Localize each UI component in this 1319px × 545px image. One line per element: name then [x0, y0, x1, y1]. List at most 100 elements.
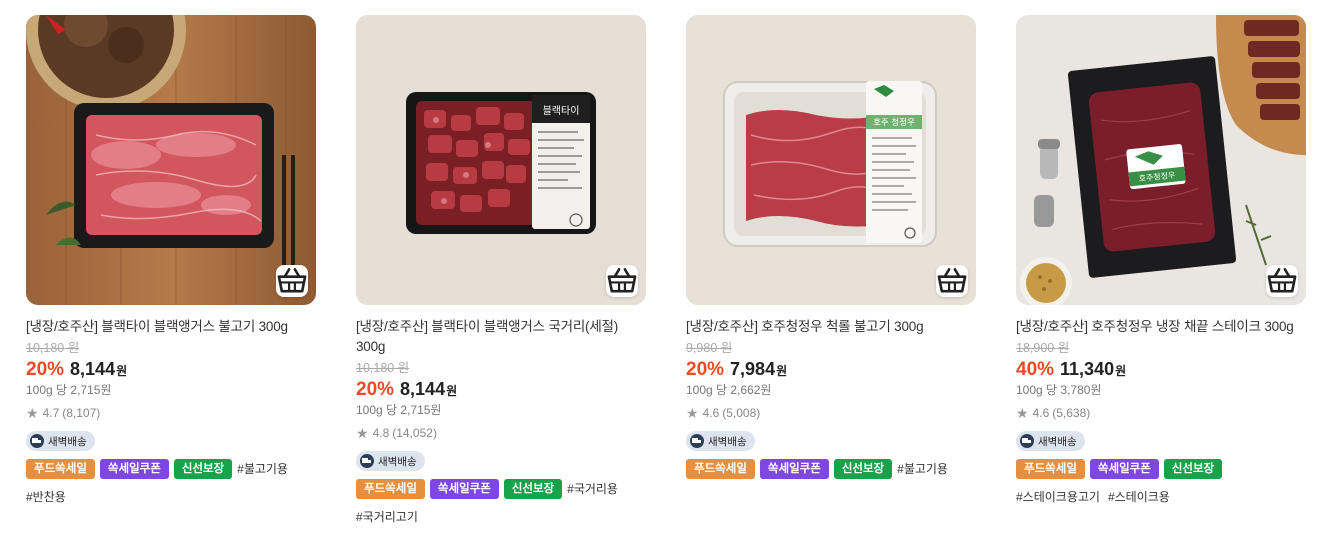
star-icon: ★	[1016, 405, 1029, 421]
delivery-label: 새벽배송	[1038, 435, 1077, 448]
badge-food-sale: 푸드쏙세일	[356, 479, 425, 499]
badge-coupon: 쏙세일쿠폰	[99, 459, 169, 479]
rating-score: 4.6	[1032, 406, 1050, 420]
sale-price: 8,144	[70, 359, 116, 379]
delivery-label: 새벽배송	[48, 435, 87, 448]
discount-rate: 20%	[26, 359, 65, 380]
review-count: (14,052)	[392, 426, 437, 440]
original-price: 9,980 원	[686, 341, 733, 355]
product-image-bulgogi	[26, 15, 316, 305]
truck-icon	[1020, 434, 1034, 448]
currency: 원	[1115, 364, 1127, 378]
rating: ★ 4.8 (14,052)	[356, 425, 646, 441]
product-image[interactable]: 호주청정우	[1016, 15, 1306, 305]
tag-list: 푸드쏙세일 쏙세일쿠폰 신선보장 #불고기용 #반찬용	[26, 459, 316, 507]
sale-price: 11,340	[1060, 359, 1115, 379]
tag-list: 푸드쏙세일 쏙세일쿠폰 신선보장 #불고기용	[686, 459, 976, 479]
currency: 원	[116, 364, 128, 378]
product-card[interactable]: 호주청정우 [냉장/호주산] 호주청정우 냉장 채끝 스테이크 300g 18,…	[1016, 15, 1306, 507]
rating: ★ 4.6 (5,008)	[686, 405, 976, 421]
cart-icon	[1267, 268, 1297, 293]
hashtag[interactable]: #스테이크용고기	[1016, 487, 1100, 507]
badge-food-sale: 푸드쏙세일	[26, 459, 95, 479]
product-image-chuck-roll: 호주 청정우	[686, 15, 976, 305]
badge-coupon: 쏙세일쿠폰	[1089, 459, 1159, 479]
delivery-label: 새벽배송	[378, 455, 417, 468]
add-to-cart-button[interactable]	[276, 265, 308, 297]
product-image[interactable]: 블랙타이	[356, 15, 646, 305]
rating: ★ 4.7 (8,107)	[26, 405, 316, 421]
review-count: (5,638)	[1052, 406, 1091, 420]
delivery-badge: 새벽배송	[356, 451, 425, 471]
price-row: 20% 8,144 원	[356, 377, 646, 403]
product-card[interactable]: [냉장/호주산] 블랙타이 블랙앵거스 불고기 300g 10,180 원 20…	[26, 15, 316, 507]
hashtag[interactable]: #반찬용	[26, 487, 66, 507]
unit-price: 100g 당 2,715원	[26, 383, 112, 397]
unit-price: 100g 당 2,715원	[356, 403, 442, 417]
rating: ★ 4.6 (5,638)	[1016, 405, 1306, 421]
badge-fresh: 신선보장	[1163, 459, 1223, 479]
price-row: 20% 7,984 원	[686, 357, 976, 383]
tag-list: 푸드쏙세일 쏙세일쿠폰 신선보장 #스테이크용고기 #스테이크용	[1016, 459, 1306, 507]
price-row: 20% 8,144 원	[26, 357, 316, 383]
product-name[interactable]: [냉장/호주산] 블랙타이 블랙앵거스 국거리(세절) 300g	[356, 317, 646, 357]
badge-fresh: 신선보장	[173, 459, 233, 479]
product-image[interactable]: 호주 청정우	[686, 15, 976, 305]
unit-price: 100g 당 2,662원	[686, 383, 772, 397]
product-name[interactable]: [냉장/호주산] 호주청정우 척롤 불고기 300g	[686, 317, 976, 337]
package-label: 호주 청정우	[873, 117, 915, 128]
currency: 원	[776, 364, 788, 378]
badge-fresh: 신선보장	[503, 479, 563, 499]
discount-rate: 20%	[356, 379, 395, 400]
product-image-striploin-steak: 호주청정우	[1016, 15, 1306, 305]
add-to-cart-button[interactable]	[606, 265, 638, 297]
tag-list: 푸드쏙세일 쏙세일쿠폰 신선보장 #국거리용 #국거리고기	[356, 479, 646, 527]
truck-icon	[360, 454, 374, 468]
hashtag[interactable]: #불고기용	[237, 459, 288, 479]
badge-coupon: 쏙세일쿠폰	[759, 459, 829, 479]
review-count: (5,008)	[722, 406, 761, 420]
add-to-cart-button[interactable]	[1266, 265, 1298, 297]
original-price: 18,900 원	[1016, 341, 1070, 355]
hashtag[interactable]: #국거리용	[567, 479, 618, 499]
hashtag[interactable]: #스테이크용	[1108, 487, 1170, 507]
badge-coupon: 쏙세일쿠폰	[429, 479, 499, 499]
delivery-badge: 새벽배송	[1016, 431, 1085, 451]
product-name[interactable]: [냉장/호주산] 호주청정우 냉장 채끝 스테이크 300g	[1016, 317, 1306, 337]
cart-icon	[937, 268, 967, 293]
delivery-label: 새벽배송	[708, 435, 747, 448]
star-icon: ★	[26, 405, 39, 421]
sale-price: 8,144	[400, 379, 446, 399]
star-icon: ★	[686, 405, 699, 421]
delivery-badge: 새벽배송	[26, 431, 95, 451]
unit-price: 100g 당 3,780원	[1016, 383, 1102, 397]
rating-score: 4.6	[702, 406, 720, 420]
product-image-soup-beef: 블랙타이	[356, 15, 646, 305]
product-card[interactable]: 블랙타이 [냉장/호주산] 블랙타이 블랙앵거스 국거리(세절) 300g 10…	[356, 15, 646, 527]
price-row: 40% 11,340 원	[1016, 357, 1306, 383]
badge-food-sale: 푸드쏙세일	[686, 459, 755, 479]
product-name[interactable]: [냉장/호주산] 블랙타이 블랙앵거스 불고기 300g	[26, 317, 316, 337]
truck-icon	[690, 434, 704, 448]
add-to-cart-button[interactable]	[936, 265, 968, 297]
original-price: 10,180 원	[26, 341, 80, 355]
cart-icon	[277, 268, 307, 293]
sale-price: 7,984	[730, 359, 776, 379]
cart-icon	[607, 268, 637, 293]
rating-score: 4.8	[372, 426, 390, 440]
hashtag[interactable]: #국거리고기	[356, 507, 418, 527]
product-card[interactable]: 호주 청정우 [냉장/호주산] 호주청정우 척롤 불고기 300g 9,980 …	[686, 15, 976, 479]
delivery-badge: 새벽배송	[686, 431, 755, 451]
discount-rate: 20%	[686, 359, 725, 380]
truck-icon	[30, 434, 44, 448]
review-count: (8,107)	[62, 406, 101, 420]
star-icon: ★	[356, 425, 369, 441]
badge-fresh: 신선보장	[833, 459, 893, 479]
original-price: 10,180 원	[356, 361, 410, 375]
currency: 원	[446, 384, 458, 398]
discount-rate: 40%	[1016, 359, 1055, 380]
badge-food-sale: 푸드쏙세일	[1016, 459, 1085, 479]
hashtag[interactable]: #불고기용	[897, 459, 948, 479]
rating-score: 4.7	[42, 406, 60, 420]
product-image[interactable]	[26, 15, 316, 305]
